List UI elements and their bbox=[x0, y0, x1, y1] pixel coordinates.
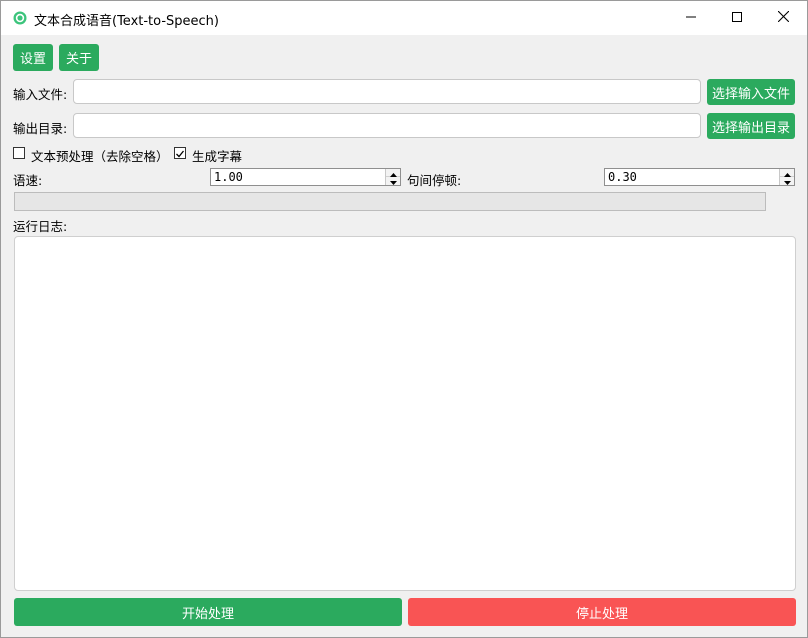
pause-decrement-button[interactable] bbox=[780, 177, 794, 185]
subtitle-label: 生成字幕 bbox=[192, 149, 243, 164]
pause-value: 0.30 bbox=[608, 170, 637, 184]
log-panel[interactable] bbox=[14, 236, 796, 591]
pause-label: 句间停顿: bbox=[407, 173, 462, 188]
preprocess-label: 文本预处理（去除空格） bbox=[31, 149, 169, 164]
progress-bar bbox=[14, 192, 766, 211]
stop-button[interactable]: 停止处理 bbox=[408, 598, 796, 626]
app-window: 文本合成语音(Text-to-Speech) 设置 关于 输入文件: 选择输入文… bbox=[0, 0, 808, 638]
speed-spin-arrows bbox=[385, 169, 400, 185]
log-text-area[interactable] bbox=[19, 241, 791, 586]
arrow-down-icon bbox=[389, 174, 397, 188]
close-icon bbox=[777, 10, 789, 25]
window-title: 文本合成语音(Text-to-Speech) bbox=[34, 14, 219, 29]
minimize-icon bbox=[686, 11, 696, 25]
choose-input-file-button[interactable]: 选择输入文件 bbox=[707, 79, 795, 105]
speed-label: 语速: bbox=[13, 173, 43, 188]
output-dir-label: 输出目录: bbox=[13, 121, 68, 136]
maximize-button[interactable] bbox=[714, 1, 760, 35]
subtitle-checkbox[interactable] bbox=[174, 147, 186, 159]
pause-spin-arrows bbox=[779, 169, 794, 185]
speed-decrement-button[interactable] bbox=[386, 177, 400, 185]
log-label: 运行日志: bbox=[13, 219, 68, 234]
input-file-label: 输入文件: bbox=[13, 87, 68, 102]
close-button[interactable] bbox=[760, 1, 806, 35]
title-bar: 文本合成语音(Text-to-Speech) bbox=[1, 1, 807, 35]
settings-button[interactable]: 设置 bbox=[13, 44, 53, 71]
speed-value: 1.00 bbox=[214, 170, 243, 184]
start-button[interactable]: 开始处理 bbox=[14, 598, 402, 626]
output-dir-field[interactable] bbox=[73, 113, 701, 138]
maximize-icon bbox=[732, 11, 742, 25]
about-button[interactable]: 关于 bbox=[59, 44, 99, 71]
checkmark-icon bbox=[175, 148, 185, 162]
arrow-down-icon bbox=[783, 174, 791, 188]
preprocess-checkbox[interactable] bbox=[13, 147, 25, 159]
pause-spinbox[interactable]: 0.30 bbox=[604, 168, 795, 186]
input-file-field[interactable] bbox=[73, 79, 701, 104]
app-logo-icon bbox=[13, 11, 27, 25]
choose-output-dir-button[interactable]: 选择输出目录 bbox=[707, 113, 795, 139]
minimize-button[interactable] bbox=[668, 1, 714, 35]
speed-spinbox[interactable]: 1.00 bbox=[210, 168, 401, 186]
